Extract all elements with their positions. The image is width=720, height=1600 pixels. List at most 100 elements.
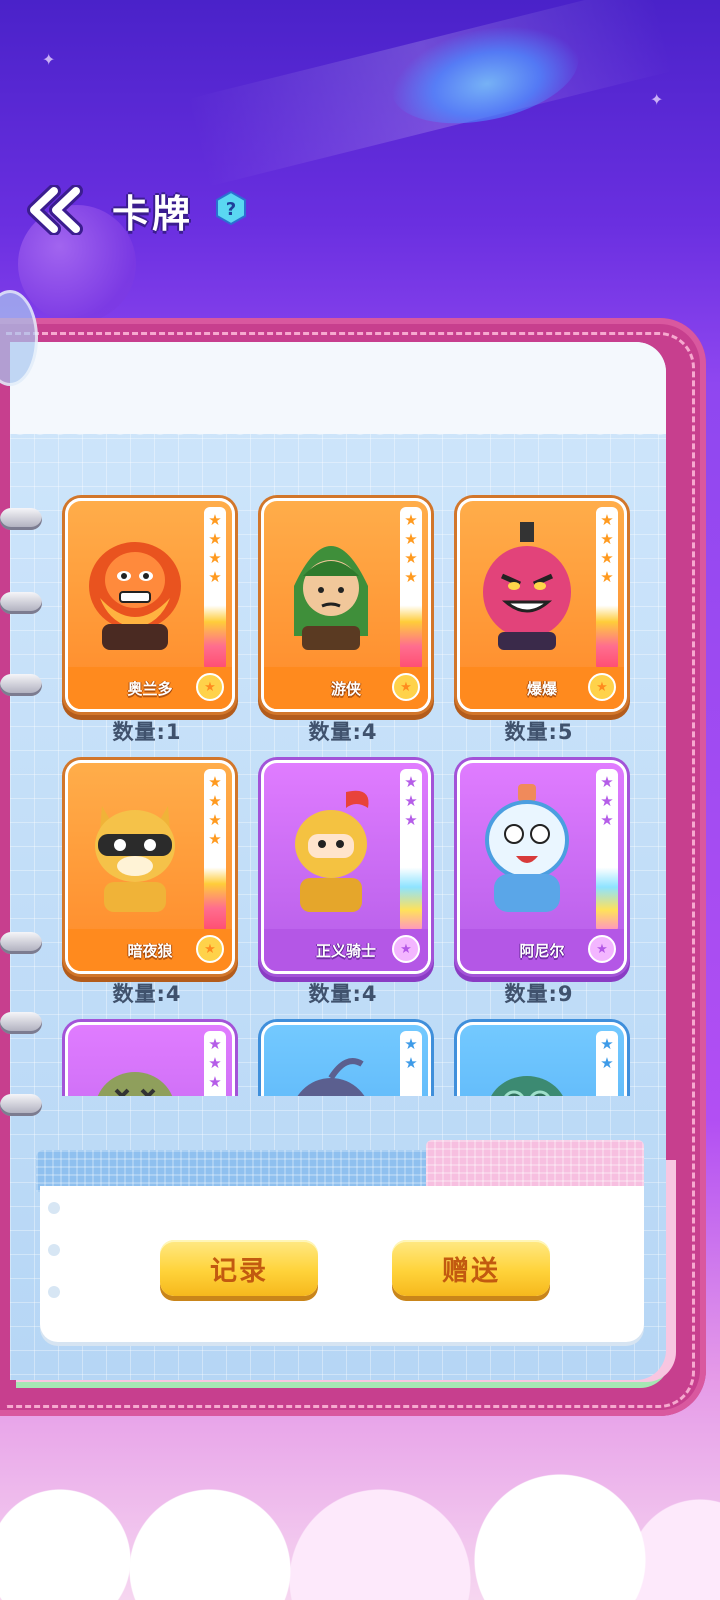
rarity-strip: ★ ★ ★ xyxy=(400,769,422,933)
rarity-star-icon: ★ xyxy=(600,792,614,810)
character-art-icon xyxy=(272,773,390,923)
rarity-star-icon: ★ xyxy=(600,549,614,567)
card-quantity: 数量:5 xyxy=(504,720,574,744)
back-button[interactable] xyxy=(22,182,86,238)
binder-ring xyxy=(0,508,42,530)
rarity-star-icon: ★ xyxy=(600,511,614,529)
binder-ring xyxy=(0,1094,42,1116)
rarity-strip: ★ ★ ★ ★ xyxy=(204,769,226,933)
card-cell: ★ ★ ★ ★ 游侠 ★ 数量:4 xyxy=(258,494,438,756)
card-cell: ★ ★ ★ 正义骑士 ★ 数量:4 xyxy=(258,756,438,1018)
rarity-star-icon: ★ xyxy=(208,1073,222,1091)
rarity-star-icon: ★ xyxy=(600,530,614,548)
card[interactable]: ★ ★ ★ ★ 爆爆 ★ xyxy=(457,498,627,712)
card-name: 正义骑士 xyxy=(315,941,376,960)
rarity-strip: ★ ★ ★ ★ xyxy=(596,507,618,671)
character-art-icon xyxy=(468,773,586,923)
card-cell: ★ ★ xyxy=(258,1018,438,1096)
rarity-star-icon: ★ xyxy=(208,792,222,810)
card-name: 暗夜狼 xyxy=(127,941,173,960)
card[interactable]: ★ ★ ★ 正义骑士 ★ xyxy=(261,760,431,974)
rarity-star-icon: ★ xyxy=(404,811,418,829)
rarity-star-icon: ★ xyxy=(208,811,222,829)
double-chevron-left-icon xyxy=(27,185,83,235)
star-badge-icon: ★ xyxy=(588,935,616,963)
card[interactable]: ★ ★ ★ ★ 游侠 ★ xyxy=(261,498,431,712)
rarity-strip: ★ ★ xyxy=(596,1031,618,1096)
character-art-icon xyxy=(468,511,586,661)
help-button[interactable]: ? xyxy=(214,190,248,226)
card-quantity: 数量:4 xyxy=(308,720,378,744)
star-badge-icon: ★ xyxy=(588,673,616,701)
rarity-star-icon: ★ xyxy=(600,811,614,829)
card[interactable]: ★ ★ ★ ★ 暗夜狼 ★ xyxy=(65,760,235,974)
character-art-icon xyxy=(272,511,390,661)
action-panel xyxy=(40,1186,644,1342)
page-title: 卡牌 xyxy=(112,192,193,236)
page-header-strip xyxy=(10,342,666,444)
gift-button[interactable]: 赠送 xyxy=(392,1240,550,1296)
card-cell: ★ ★ xyxy=(454,1018,634,1096)
character-art-icon xyxy=(76,773,194,923)
rarity-star-icon: ★ xyxy=(600,773,614,791)
card-cell: ★ ★ ★ ★ 爆爆 ★ 数量:5 xyxy=(454,494,634,756)
binder-ring xyxy=(0,932,42,954)
rarity-star-icon: ★ xyxy=(404,1054,418,1072)
card-cell: ★ ★ ★ xyxy=(62,1018,242,1096)
card-cell: ★ ★ ★ ★ 暗夜狼 ★ 数量:4 xyxy=(62,756,242,1018)
rarity-star-icon: ★ xyxy=(404,549,418,567)
rarity-star-icon: ★ xyxy=(208,511,222,529)
rarity-star-icon: ★ xyxy=(208,530,222,548)
card[interactable]: ★ ★ ★ xyxy=(65,1022,235,1096)
rarity-star-icon: ★ xyxy=(208,773,222,791)
rarity-star-icon: ★ xyxy=(208,1035,222,1053)
card-quantity: 数量:4 xyxy=(308,982,378,1006)
rarity-star-icon: ★ xyxy=(404,792,418,810)
panel-hole xyxy=(48,1202,60,1214)
panel-hole xyxy=(48,1286,60,1298)
card[interactable]: ★ ★ ★ ★ 奥兰多 ★ xyxy=(65,498,235,712)
record-button[interactable]: 记录 xyxy=(160,1240,318,1296)
card-quantity: 数量:4 xyxy=(112,982,182,1006)
character-art-icon xyxy=(76,511,194,661)
background-star-icon: ✦ xyxy=(42,50,56,69)
panel-tape xyxy=(426,1140,644,1192)
character-art-icon xyxy=(76,1035,194,1096)
rarity-strip: ★ ★ ★ ★ xyxy=(400,507,422,671)
star-badge-icon: ★ xyxy=(392,673,420,701)
character-art-icon xyxy=(468,1035,586,1096)
rarity-star-icon: ★ xyxy=(404,568,418,586)
rarity-star-icon: ★ xyxy=(208,1054,222,1072)
card-quantity: 数量:9 xyxy=(504,982,574,1006)
card-grid-viewport[interactable]: ★ ★ ★ ★ 奥兰多 ★ 数量:1 ★ ★ ★ ★ 游侠 ★ 数量:4 ★ ★… xyxy=(50,494,650,1096)
card-cell: ★ ★ ★ 阿尼尔 ★ 数量:9 xyxy=(454,756,634,1018)
rarity-strip: ★ ★ ★ xyxy=(204,1031,226,1096)
rarity-star-icon: ★ xyxy=(600,568,614,586)
rarity-star-icon: ★ xyxy=(404,511,418,529)
help-icon: ? xyxy=(216,190,246,226)
rarity-star-icon: ★ xyxy=(600,1035,614,1053)
character-art-icon xyxy=(272,1035,390,1096)
star-badge-icon: ★ xyxy=(392,935,420,963)
card-cell: ★ ★ ★ ★ 奥兰多 ★ 数量:1 xyxy=(62,494,242,756)
rarity-star-icon: ★ xyxy=(208,568,222,586)
card-name: 阿尼尔 xyxy=(519,941,565,960)
rarity-strip: ★ ★ ★ xyxy=(596,769,618,933)
rarity-star-icon: ★ xyxy=(404,530,418,548)
card[interactable]: ★ ★ xyxy=(261,1022,431,1096)
rarity-strip: ★ ★ xyxy=(400,1031,422,1096)
star-badge-icon: ★ xyxy=(196,673,224,701)
rarity-strip: ★ ★ ★ ★ xyxy=(204,507,226,671)
binder-ring xyxy=(0,592,42,614)
card-name: 爆爆 xyxy=(526,679,557,698)
card-name: 游侠 xyxy=(330,679,361,698)
panel-hole xyxy=(48,1244,60,1256)
background-clouds xyxy=(0,1420,720,1600)
help-label: ? xyxy=(226,199,236,220)
card[interactable]: ★ ★ xyxy=(457,1022,627,1096)
rarity-star-icon: ★ xyxy=(208,549,222,567)
background-star-icon: ✦ xyxy=(650,90,664,109)
card-quantity: 数量:1 xyxy=(112,720,182,744)
rarity-star-icon: ★ xyxy=(600,1054,614,1072)
card[interactable]: ★ ★ ★ 阿尼尔 ★ xyxy=(457,760,627,974)
